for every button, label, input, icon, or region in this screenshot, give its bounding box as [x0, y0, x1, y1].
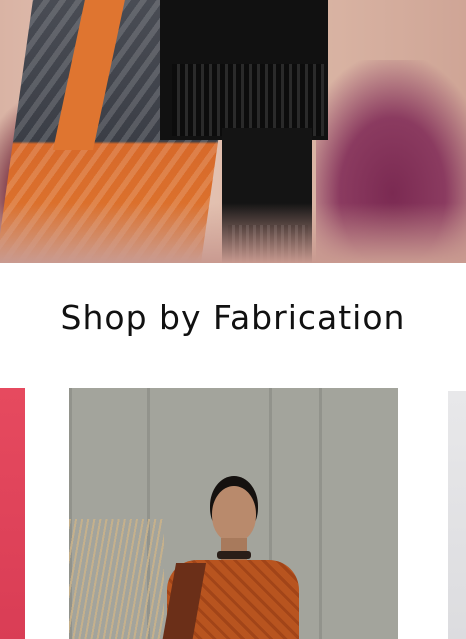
carousel-card-active[interactable]	[69, 388, 398, 639]
model-choker	[217, 551, 251, 559]
carousel-card-previous[interactable]	[0, 388, 25, 639]
carousel-card-next[interactable]	[448, 391, 466, 639]
pampas-grass-decor	[69, 519, 164, 639]
fabrication-carousel[interactable]	[0, 388, 466, 639]
kurta-lace-hem	[172, 64, 324, 136]
floor-shadow	[0, 203, 466, 263]
model-head	[212, 486, 256, 542]
hero-banner-image[interactable]	[0, 0, 466, 263]
section-title: Shop by Fabrication	[60, 298, 406, 337]
